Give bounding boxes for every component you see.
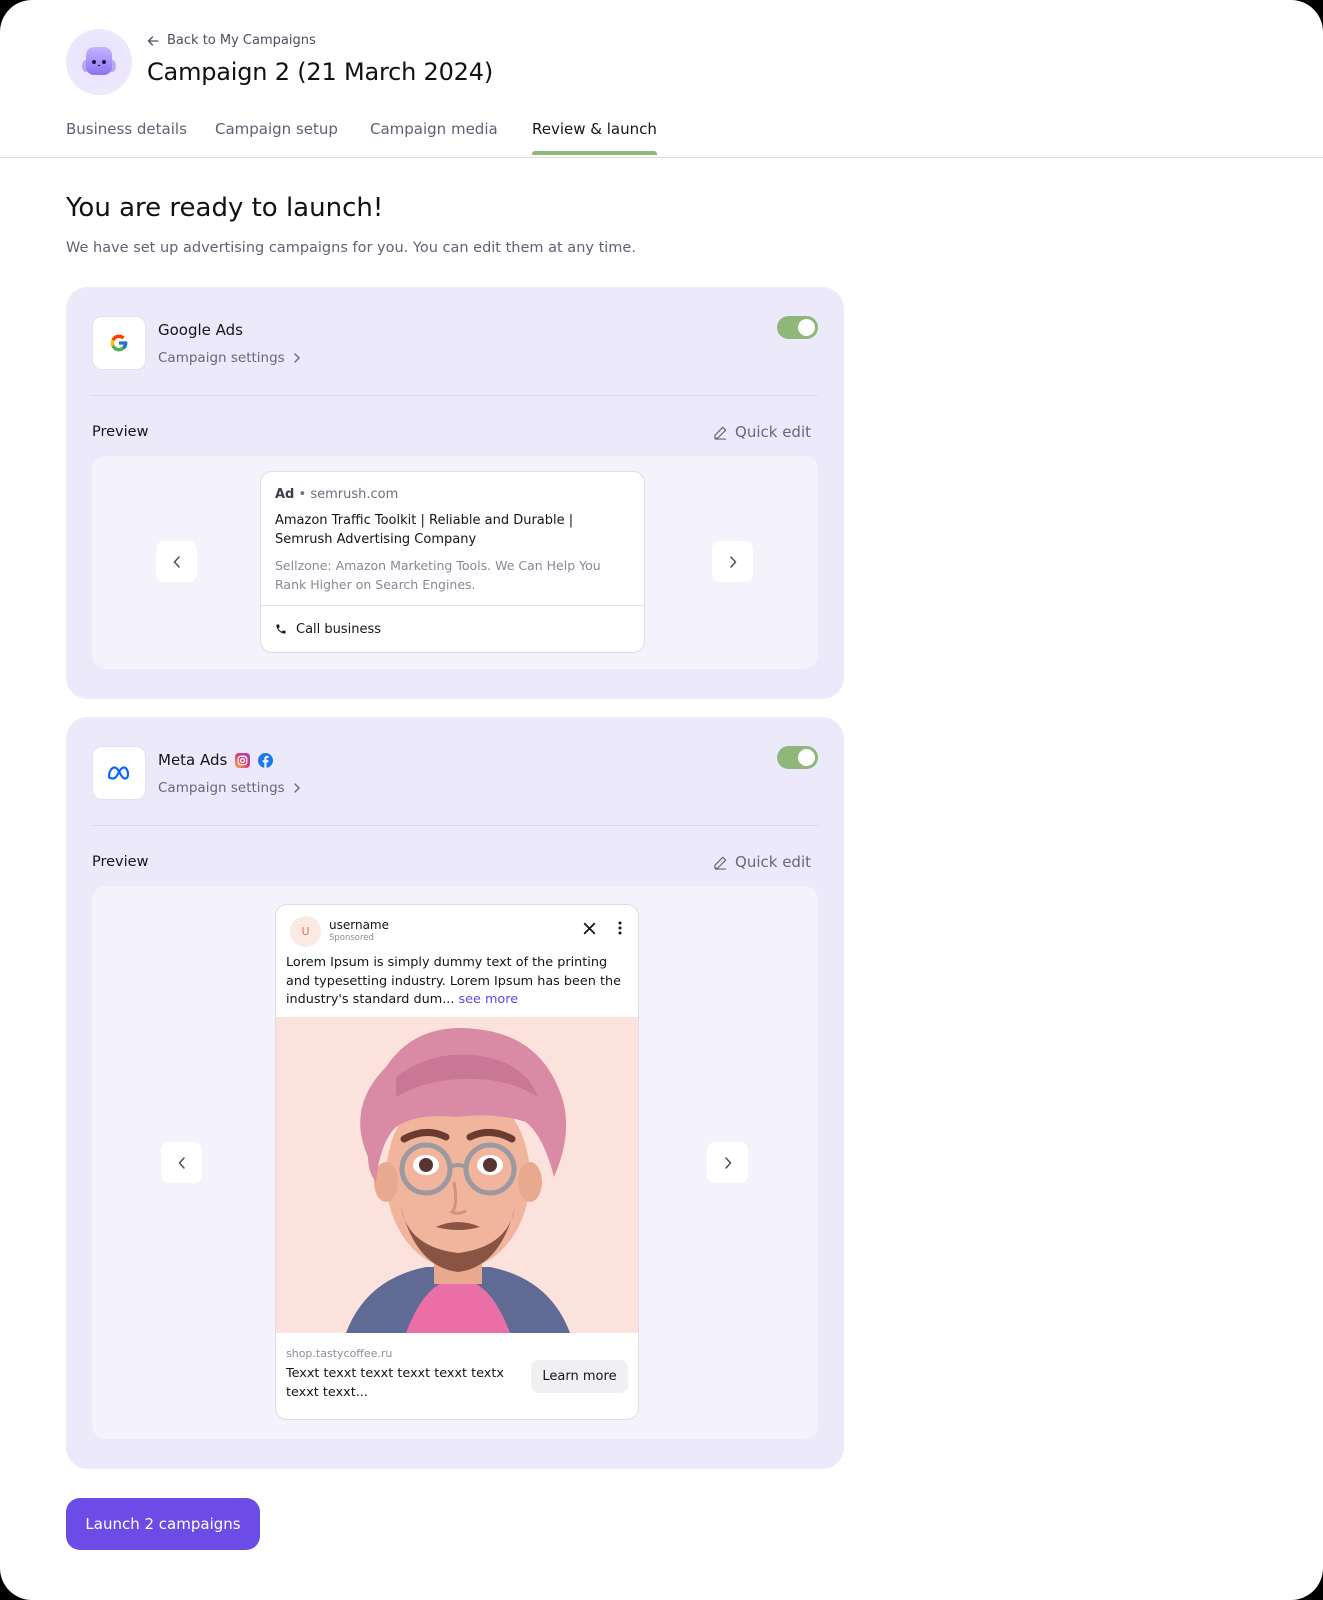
call-business-button[interactable]: Call business — [261, 605, 644, 652]
toggle-knob — [798, 749, 815, 766]
sponsored-label: Sponsored — [329, 933, 374, 943]
tab-review-launch[interactable]: Review & launch — [532, 120, 657, 155]
chevron-right-icon — [729, 555, 737, 568]
campaign-avatar — [66, 29, 132, 95]
back-to-campaigns-link[interactable]: Back to My Campaigns — [147, 33, 316, 48]
meta-ads-card: Meta Ads Campaign settings Preview Quick… — [66, 717, 844, 1469]
ad-headline: Amazon Traffic Toolkit | Reliable and Du… — [275, 513, 574, 547]
back-label: Back to My Campaigns — [167, 33, 316, 48]
ready-subheading: We have set up advertising campaigns for… — [66, 240, 636, 256]
previous-ad-button[interactable] — [156, 541, 197, 582]
channel-name-label: Meta Ads — [158, 751, 228, 769]
chevron-right-icon — [724, 1156, 732, 1169]
toggle-knob — [798, 319, 815, 336]
username: username — [329, 918, 389, 932]
meta-campaign-settings-link[interactable]: Campaign settings — [158, 780, 301, 796]
next-ad-button[interactable] — [707, 1142, 748, 1183]
meta-preview-area: U username Sponsored Lorem Ipsum is simp… — [92, 886, 818, 1439]
google-icon — [110, 334, 128, 352]
arrow-left-icon — [147, 35, 159, 46]
quick-edit-label: Quick edit — [735, 853, 811, 871]
divider — [92, 825, 818, 826]
google-ads-toggle[interactable] — [777, 316, 818, 339]
more-vertical-icon — [618, 921, 622, 935]
step-tabs: Business details Campaign setup Campaign… — [0, 110, 1323, 158]
chevron-right-icon — [294, 353, 300, 363]
user-avatar: U — [290, 916, 321, 947]
launch-campaigns-button[interactable]: Launch 2 campaigns — [66, 1498, 260, 1550]
google-quick-edit-button[interactable]: Quick edit — [713, 423, 811, 441]
tab-business-details[interactable]: Business details — [66, 120, 187, 154]
channel-name-label: Google Ads — [158, 321, 243, 339]
divider — [92, 395, 818, 396]
close-ad-button[interactable] — [583, 920, 596, 939]
tab-campaign-setup[interactable]: Campaign setup — [215, 120, 338, 154]
preview-label: Preview — [92, 424, 149, 440]
chevron-left-icon — [177, 1156, 185, 1169]
page: Back to My Campaigns Campaign 2 (21 Marc… — [0, 0, 1323, 1600]
campaign-settings-label: Campaign settings — [158, 350, 285, 366]
ad-separator: • — [298, 487, 307, 502]
ad-domain: semrush.com — [310, 487, 399, 502]
meta-quick-edit-button[interactable]: Quick edit — [713, 853, 811, 871]
ad-domain-line: Ad • semrush.com — [275, 487, 398, 502]
ad-caption: Texxt texxt texxt texxt texxt textx texx… — [286, 1366, 504, 1400]
meta-icon — [107, 766, 130, 780]
quick-edit-label: Quick edit — [735, 423, 811, 441]
meta-logo — [92, 746, 146, 800]
learn-more-button[interactable]: Learn more — [531, 1360, 628, 1393]
ready-heading: You are ready to launch! — [66, 193, 384, 223]
page-title: Campaign 2 (21 March 2024) — [147, 58, 493, 86]
google-logo — [92, 316, 146, 370]
phone-icon — [276, 624, 286, 634]
close-icon — [583, 922, 596, 935]
preview-label: Preview — [92, 854, 149, 870]
facebook-icon — [258, 752, 274, 768]
see-more-link[interactable]: see more — [458, 992, 518, 1007]
avatar-illustration-icon — [276, 1017, 638, 1333]
more-options-button[interactable] — [618, 920, 622, 939]
chevron-right-icon — [294, 783, 300, 793]
call-business-label: Call business — [296, 621, 382, 637]
google-campaign-settings-link[interactable]: Campaign settings — [158, 350, 301, 366]
ad-body: Lorem Ipsum is simply dummy text of the … — [286, 955, 621, 1007]
ad-description: Sellzone: Amazon Marketing Tools. We Can… — [275, 558, 601, 592]
meta-ad-preview: U username Sponsored Lorem Ipsum is simp… — [275, 904, 639, 1420]
google-ads-card: Google Ads Campaign settings Preview Qui… — [66, 287, 844, 699]
mascot-icon — [82, 47, 116, 75]
google-preview-area: Ad • semrush.com Amazon Traffic Toolkit … — [92, 456, 818, 669]
campaign-settings-label: Campaign settings — [158, 780, 285, 796]
channel-name: Meta Ads — [158, 751, 274, 769]
ad-creative-image — [276, 1017, 638, 1333]
next-ad-button[interactable] — [712, 541, 753, 582]
chevron-left-icon — [172, 555, 180, 568]
pencil-icon — [714, 426, 727, 440]
google-ad-preview: Ad • semrush.com Amazon Traffic Toolkit … — [260, 471, 645, 653]
pencil-icon — [714, 856, 727, 870]
ad-tag: Ad — [275, 487, 295, 502]
meta-ads-toggle[interactable] — [777, 746, 818, 769]
instagram-icon — [235, 752, 251, 768]
channel-name: Google Ads — [158, 321, 243, 339]
previous-ad-button[interactable] — [161, 1142, 202, 1183]
tab-campaign-media[interactable]: Campaign media — [370, 120, 498, 154]
ad-body-text: Lorem Ipsum is simply dummy text of the … — [286, 954, 626, 1010]
ad-link-domain: shop.tastycoffee.ru — [286, 1347, 393, 1360]
